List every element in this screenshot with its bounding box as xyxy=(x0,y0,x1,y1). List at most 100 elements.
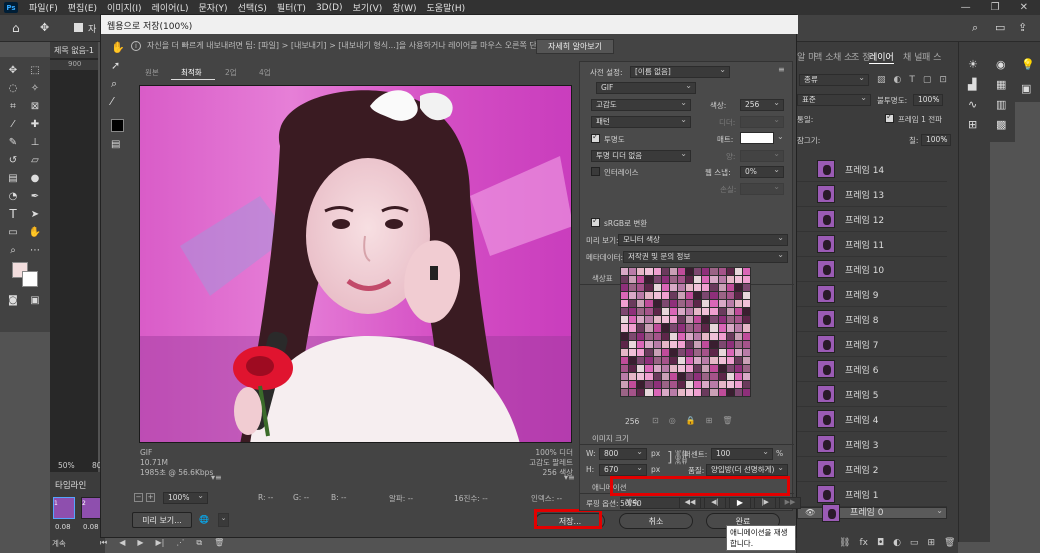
crop-tool-icon[interactable]: ⌗ xyxy=(6,99,20,113)
palette-swatch[interactable] xyxy=(718,276,726,284)
palette-swatch[interactable] xyxy=(734,268,742,276)
magic-wand-icon[interactable]: ✧ xyxy=(28,81,42,95)
zoom-tool-icon[interactable]: ⌕ xyxy=(111,77,117,91)
palette-swatch[interactable] xyxy=(621,284,629,292)
palette-swatch[interactable] xyxy=(710,300,718,308)
palette-swatch[interactable] xyxy=(694,268,702,276)
palette-swatch[interactable] xyxy=(629,332,637,340)
minimize-icon[interactable]: — xyxy=(961,2,971,13)
frame-tool-icon[interactable]: ⊠ xyxy=(28,99,42,113)
type-filter-icon[interactable]: T xyxy=(909,75,915,85)
palette-swatch[interactable] xyxy=(669,268,677,276)
menu-window[interactable]: 창(W) xyxy=(387,1,421,14)
menu-edit[interactable]: 편집(E) xyxy=(63,1,102,14)
zoom-tool-icon[interactable]: ⌕ xyxy=(6,243,20,257)
tab-paths[interactable]: 패 스 xyxy=(922,50,941,63)
palette-swatch[interactable] xyxy=(661,356,669,364)
palette-swatch[interactable] xyxy=(637,332,645,340)
preview-in-browser-button[interactable]: 미리 보기... xyxy=(132,512,192,528)
palette-swatch[interactable] xyxy=(742,364,750,372)
palette-swatch[interactable] xyxy=(734,308,742,316)
palette-swatch[interactable] xyxy=(686,284,694,292)
palette-swatch[interactable] xyxy=(629,324,637,332)
tween-icon[interactable]: ⋰ xyxy=(176,538,184,548)
palette-swatch[interactable] xyxy=(661,292,669,300)
next-frame-button[interactable]: |▶ xyxy=(754,497,776,509)
palette-swatch[interactable] xyxy=(734,300,742,308)
palette-swatch[interactable] xyxy=(734,324,742,332)
percent-field[interactable]: 100 xyxy=(711,447,773,460)
palette-swatch[interactable] xyxy=(734,292,742,300)
brightness-icon[interactable]: ☀ xyxy=(968,58,978,71)
palette-swatch[interactable] xyxy=(686,292,694,300)
palette-swatch[interactable] xyxy=(710,356,718,364)
browser-select[interactable]: ⌄ xyxy=(218,513,229,527)
palette-swatch[interactable] xyxy=(694,276,702,284)
palette-swatch[interactable] xyxy=(653,364,661,372)
new-layer-icon[interactable]: ⊞ xyxy=(927,538,935,548)
zoom-in-button[interactable]: + xyxy=(146,493,155,502)
prev-frame-button[interactable]: ◀| xyxy=(704,497,726,509)
palette-swatch[interactable] xyxy=(718,284,726,292)
layer-row[interactable]: 프레임 6 xyxy=(797,357,947,382)
palette-swatch[interactable] xyxy=(718,364,726,372)
auto-select-checkbox[interactable] xyxy=(74,23,83,32)
palette-swatch[interactable] xyxy=(653,356,661,364)
palette-swatch[interactable] xyxy=(710,380,718,388)
palette-swatch[interactable] xyxy=(645,388,653,396)
palette-swatch[interactable] xyxy=(710,308,718,316)
palette-swatch[interactable] xyxy=(726,380,734,388)
palette-swatch[interactable] xyxy=(686,324,694,332)
palette-swatch[interactable] xyxy=(710,372,718,380)
palette-swatch[interactable] xyxy=(702,332,710,340)
link-icon[interactable]: ⛓ xyxy=(839,538,850,548)
shape-filter-icon[interactable]: ▢ xyxy=(923,75,932,85)
palette-swatch[interactable] xyxy=(661,364,669,372)
palette-swatch[interactable] xyxy=(718,308,726,316)
menu-select[interactable]: 선택(S) xyxy=(233,1,272,14)
websnap-select[interactable]: 0% xyxy=(740,165,784,178)
palette-swatch[interactable] xyxy=(710,388,718,396)
learn-icon[interactable]: 💡 xyxy=(1021,58,1035,71)
palette-swatch[interactable] xyxy=(661,372,669,380)
gradient-tool-icon[interactable]: ▤ xyxy=(6,171,20,185)
palette-swatch[interactable] xyxy=(629,348,637,356)
palette-swatch[interactable] xyxy=(677,340,685,348)
opacity-value[interactable]: 100% xyxy=(913,93,943,106)
share-icon[interactable]: ⇪ xyxy=(1018,21,1027,34)
toggle-slices-icon[interactable]: ▤ xyxy=(111,139,120,150)
palette-swatch[interactable] xyxy=(710,316,718,324)
timeline-frame-1[interactable]: 1 xyxy=(53,497,75,519)
path-select-icon[interactable]: ➤ xyxy=(28,207,42,221)
shape-tool-icon[interactable]: ▭ xyxy=(6,225,20,239)
home-icon[interactable]: ⌂ xyxy=(12,21,20,35)
pixel-filter-icon[interactable]: ▨ xyxy=(877,75,886,85)
palette-swatch[interactable] xyxy=(718,348,726,356)
palette-swatch[interactable] xyxy=(686,268,694,276)
palette-swatch[interactable] xyxy=(702,348,710,356)
tab-actions[interactable]: 액 소 xyxy=(814,50,833,63)
layer-row[interactable]: 프레임 8 xyxy=(797,307,947,332)
frame-1-delay[interactable]: 0.08 xyxy=(55,523,71,531)
preview-mode-select[interactable]: 모니터 색상 xyxy=(618,233,788,246)
menu-type[interactable]: 문자(Y) xyxy=(193,1,232,14)
web-shift-icon[interactable]: ◎ xyxy=(669,416,676,425)
zoom-out-button[interactable]: − xyxy=(134,493,143,502)
palette-swatch[interactable] xyxy=(637,324,645,332)
palette-swatch[interactable] xyxy=(645,292,653,300)
palette-swatch[interactable] xyxy=(734,388,742,396)
palette-swatch[interactable] xyxy=(653,348,661,356)
play-icon[interactable]: ▶ xyxy=(137,538,143,548)
palette-swatch[interactable] xyxy=(621,348,629,356)
palette-swatch[interactable] xyxy=(661,348,669,356)
layer-kind-filter[interactable]: 종류 xyxy=(799,73,869,86)
palette-swatch[interactable] xyxy=(669,364,677,372)
menu-image[interactable]: 이미지(I) xyxy=(102,1,147,14)
palette-swatch[interactable] xyxy=(702,324,710,332)
palette-swatch[interactable] xyxy=(661,388,669,396)
palette-swatch[interactable] xyxy=(710,324,718,332)
palette-swatch[interactable] xyxy=(629,356,637,364)
palette-swatch[interactable] xyxy=(726,316,734,324)
layer-row[interactable]: 프레임 5 xyxy=(797,382,947,407)
palette-swatch[interactable] xyxy=(702,316,710,324)
